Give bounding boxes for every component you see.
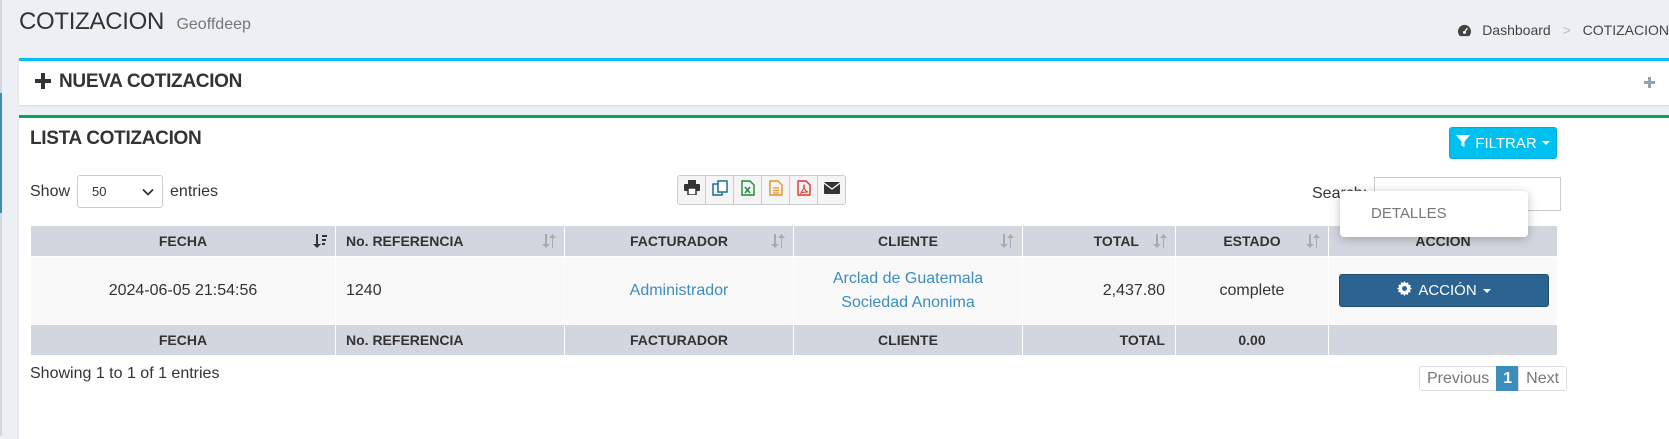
- breadcrumb-current: COTIZACION: [1582, 22, 1669, 38]
- email-icon: [823, 181, 840, 199]
- pagination-previous[interactable]: Previous: [1419, 366, 1498, 391]
- cell-fecha: 2024-06-05 21:54:56: [30, 256, 336, 325]
- sort-desc-icon: [313, 234, 327, 251]
- cell-cliente: Arclad de Guatemala Sociedad Anonima: [793, 256, 1023, 325]
- table-footer-row: FECHA No. REFERENCIA FACTURADOR CLIENTE …: [30, 324, 1558, 356]
- column-header-label: FACTURADOR: [630, 233, 728, 249]
- page-length-value: 50: [92, 184, 107, 199]
- column-header-estado[interactable]: ESTADO: [1175, 225, 1329, 257]
- cliente-link[interactable]: Arclad de Guatemala Sociedad Anonima: [804, 267, 1012, 315]
- csv-button[interactable]: [761, 175, 790, 205]
- pagination: Previous 1 Next: [1419, 366, 1568, 391]
- gear-icon: [1397, 281, 1413, 300]
- pagination-page[interactable]: 1: [1496, 366, 1520, 391]
- sidebar-edge-accent: [0, 93, 2, 213]
- sort-icon: [1000, 234, 1014, 251]
- pagination-next[interactable]: Next: [1518, 366, 1568, 391]
- pdf-button[interactable]: [789, 175, 818, 205]
- dashboard-icon: [1457, 24, 1472, 40]
- footer-total: TOTAL: [1022, 324, 1176, 356]
- page-title: COTIZACION: [19, 8, 164, 35]
- print-icon: [683, 180, 700, 200]
- table-header-row: FECHA No. REFERENCIA FACTURADOR CLIENTE …: [30, 225, 1558, 257]
- filter-button[interactable]: FILTRAR: [1449, 127, 1557, 159]
- quote-list-title: LISTA COTIZACION: [30, 128, 202, 149]
- page-length-control: Show 50 entries: [30, 175, 218, 208]
- sidebar-edge: [0, 0, 2, 436]
- new-quote-title: NUEVA COTIZACION: [59, 71, 243, 92]
- footer-facturador: FACTURADOR: [564, 324, 794, 356]
- cliente-line-2: Sociedad Anonima: [841, 293, 975, 311]
- sort-icon: [1153, 234, 1167, 251]
- filter-icon: [1456, 134, 1471, 152]
- page-subtitle: Geoffdeep: [176, 16, 251, 33]
- footer-fecha: FECHA: [30, 324, 336, 356]
- caret-down-icon: [1482, 288, 1491, 293]
- column-header-referencia[interactable]: No. REFERENCIA: [335, 225, 565, 257]
- action-button-label: ACCIÓN: [1418, 282, 1477, 299]
- page-length-select[interactable]: 50: [77, 175, 164, 208]
- cell-referencia: 1240: [335, 256, 565, 325]
- cliente-line-1: Arclad de Guatemala: [832, 269, 984, 287]
- caret-down-icon: [1541, 141, 1550, 145]
- new-quote-box: NUEVA COTIZACION: [19, 58, 1669, 105]
- new-quote-header[interactable]: NUEVA COTIZACION: [35, 71, 242, 95]
- sort-icon: [771, 234, 785, 251]
- print-button[interactable]: [677, 175, 706, 205]
- breadcrumb-dashboard-link[interactable]: Dashboard: [1482, 22, 1551, 38]
- cell-estado: complete: [1175, 256, 1329, 325]
- column-header-total[interactable]: TOTAL: [1022, 225, 1176, 257]
- column-header-label: TOTAL: [1093, 233, 1139, 249]
- filter-button-label: FILTRAR: [1475, 134, 1537, 152]
- excel-button[interactable]: [733, 175, 762, 205]
- cell-accion: ACCIÓN: [1328, 256, 1558, 325]
- copy-icon: [711, 179, 728, 201]
- column-header-label: No. REFERENCIA: [346, 233, 464, 249]
- plus-icon: [35, 73, 51, 95]
- excel-icon: [740, 179, 755, 201]
- action-dropdown-menu: DETALLES: [1340, 191, 1528, 237]
- column-header-fecha[interactable]: FECHA: [30, 225, 336, 257]
- table-info: Showing 1 to 1 of 1 entries: [30, 365, 220, 382]
- entries-label: entries: [170, 182, 219, 200]
- page-header: COTIZACION Geoffdeep Dashboard > COTIZAC…: [19, 8, 1669, 48]
- sort-icon: [542, 234, 556, 251]
- copy-button[interactable]: [705, 175, 734, 205]
- column-header-label: ESTADO: [1223, 233, 1281, 249]
- column-header-cliente[interactable]: CLIENTE: [793, 225, 1023, 257]
- expand-plus-icon[interactable]: [1644, 75, 1655, 93]
- pdf-icon: [796, 179, 811, 201]
- quotes-table: FECHA No. REFERENCIA FACTURADOR CLIENTE …: [30, 225, 1558, 356]
- quote-list-box: LISTA COTIZACION FILTRAR Show 50 entries: [19, 115, 1669, 439]
- footer-accion: [1328, 324, 1558, 356]
- sort-icon: [1306, 234, 1320, 251]
- facturador-link[interactable]: Administrador: [630, 282, 729, 299]
- cell-total: 2,437.80: [1022, 256, 1176, 325]
- csv-icon: [768, 179, 783, 201]
- email-button[interactable]: [817, 175, 846, 205]
- column-header-label: CLIENTE: [878, 233, 938, 249]
- action-dropdown-button[interactable]: ACCIÓN: [1339, 274, 1549, 307]
- column-header-facturador[interactable]: FACTURADOR: [564, 225, 794, 257]
- table-row: 2024-06-05 21:54:56 1240 Administrador A…: [30, 256, 1558, 325]
- chevron-down-icon: [142, 184, 154, 199]
- show-label: Show: [30, 182, 71, 200]
- cell-facturador: Administrador: [564, 256, 794, 325]
- footer-referencia: No. REFERENCIA: [335, 324, 565, 356]
- footer-cliente: CLIENTE: [793, 324, 1023, 356]
- dropdown-item-detalles[interactable]: DETALLES: [1371, 205, 1447, 222]
- breadcrumb: Dashboard > COTIZACION: [1457, 22, 1669, 40]
- column-header-label: FECHA: [158, 233, 208, 249]
- footer-sum: 0.00: [1175, 324, 1329, 356]
- breadcrumb-separator: >: [1562, 22, 1571, 38]
- export-buttons: [677, 175, 846, 205]
